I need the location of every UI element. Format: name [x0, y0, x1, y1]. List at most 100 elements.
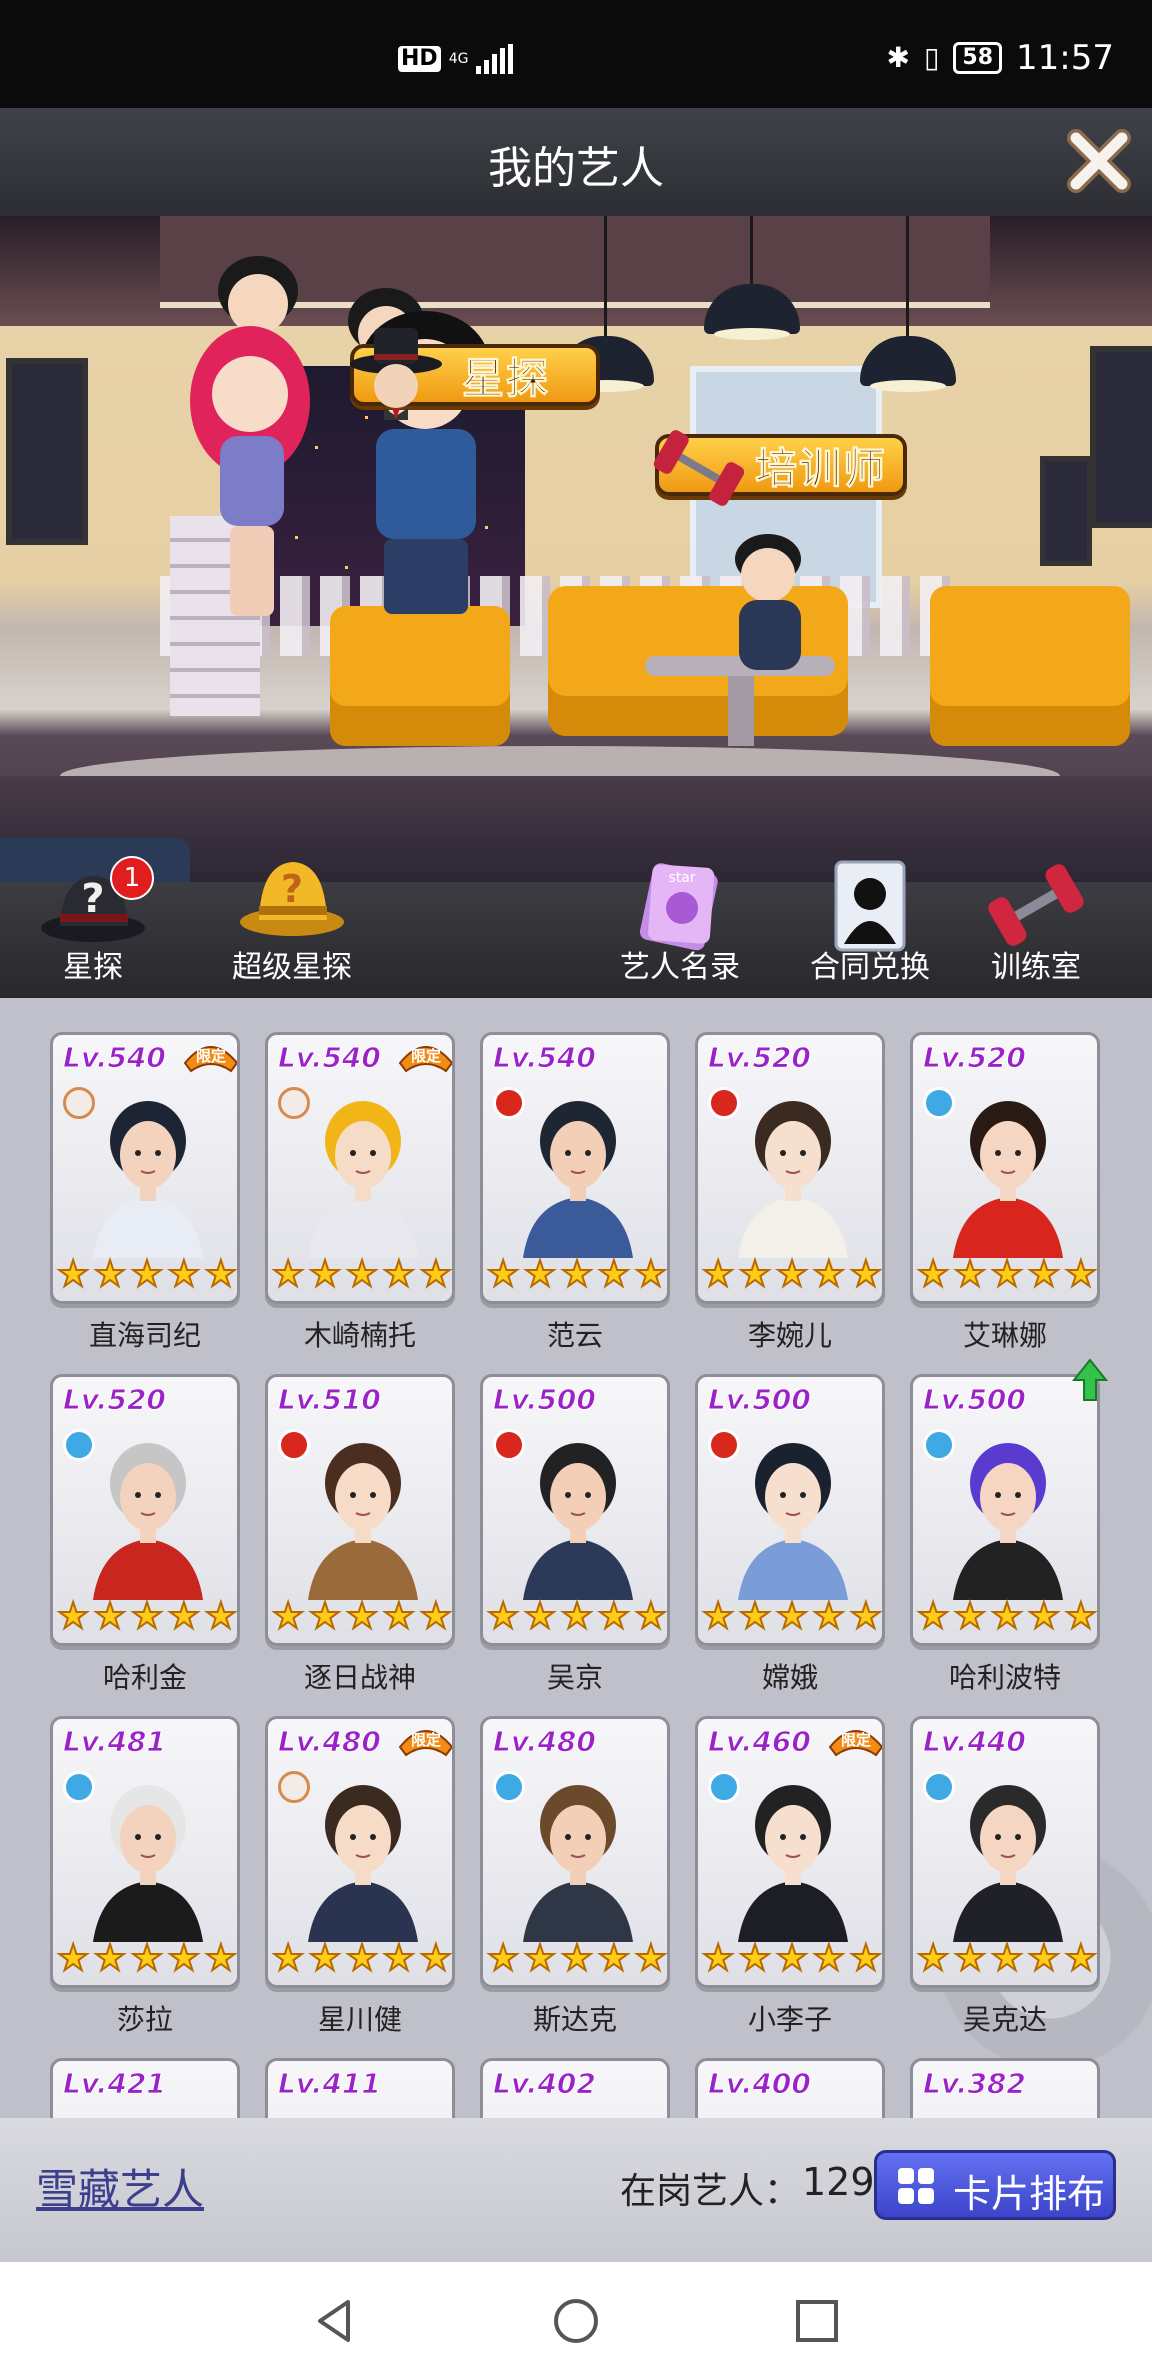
- artist-card[interactable]: Lv.411: [265, 2058, 455, 2118]
- star-icon: ★: [849, 1596, 882, 1637]
- star-icon: ★: [849, 1254, 882, 1295]
- artist-level: Lv.500: [708, 1383, 812, 1417]
- artist-card[interactable]: Lv.480 限定 ★ ★ ★ ★ ★: [265, 1716, 455, 1988]
- hidden-artists-link[interactable]: 雪藏艺人: [36, 2156, 204, 2217]
- artist-level: Lv.421: [63, 2067, 167, 2101]
- water-element-icon: [923, 1771, 955, 1803]
- menu-super-scout-label: 超级星探: [232, 950, 352, 985]
- fire-element-icon: [493, 1429, 525, 1461]
- artist-card[interactable]: Lv.481 ★ ★ ★ ★ ★: [50, 1716, 240, 1988]
- card-layout-label: 卡片排布: [953, 2172, 1106, 2216]
- menu-contract-exchange-label: 合同兑换: [810, 950, 930, 985]
- armchair: [330, 606, 510, 746]
- star-icon: ★: [634, 1254, 667, 1295]
- artist-card[interactable]: Lv.421: [50, 2058, 240, 2118]
- artist-name: 李婉儿: [747, 1319, 832, 1352]
- star-icon: ★: [953, 1254, 987, 1295]
- menu-artist-directory[interactable]: star 艺人名录: [610, 863, 750, 998]
- star-rating: ★ ★ ★ ★ ★: [271, 1254, 452, 1295]
- artist-card[interactable]: Lv.440 ★ ★ ★ ★ ★: [910, 1716, 1100, 1988]
- artist-card[interactable]: Lv.500 ★ ★ ★ ★ ★: [695, 1374, 885, 1646]
- water-element-icon: [63, 1429, 95, 1461]
- star-icon: ★: [204, 1254, 237, 1295]
- artist-name: 哈利波特: [948, 1661, 1061, 1694]
- artist-name: 星川健: [317, 2003, 402, 2036]
- artist-level: Lv.510: [278, 1383, 382, 1417]
- limited-edition-icon: 限定: [398, 1730, 452, 1757]
- artist-card[interactable]: Lv.402: [480, 2058, 670, 2118]
- star-icon: ★: [916, 1596, 950, 1637]
- trainer-scene-button[interactable]: 培训师: [653, 430, 907, 506]
- fire-element-icon: [278, 1429, 310, 1461]
- menu-training-room[interactable]: 训练室: [976, 864, 1096, 998]
- artist-name: 斯达克: [532, 2003, 617, 2036]
- artist-card[interactable]: Lv.540 限定 ★ ★ ★ ★ ★: [265, 1032, 455, 1304]
- artist-card[interactable]: Lv.382: [910, 2058, 1100, 2118]
- star-icon: ★: [990, 1254, 1024, 1295]
- artist-card[interactable]: Lv.520 ★ ★ ★ ★ ★: [910, 1032, 1100, 1304]
- star-rating: ★ ★ ★ ★ ★: [271, 1938, 452, 1979]
- artist-card[interactable]: Lv.500 ★ ★ ★ ★ ★: [480, 1374, 670, 1646]
- artist-card[interactable]: Lv.500 ★ ★ ★ ★ ★: [910, 1374, 1100, 1646]
- menu-scout[interactable]: ? 1 星探: [28, 856, 158, 998]
- grid-icon: [898, 2168, 934, 2204]
- scout-scene-label: 星探: [461, 353, 551, 403]
- golden-hat-icon: ?: [240, 862, 344, 936]
- star-icon: ★: [419, 1938, 452, 1979]
- star-icon: ★: [775, 1938, 809, 1979]
- artist-card[interactable]: Lv.400: [695, 2058, 885, 2118]
- star-icon: ★: [1027, 1596, 1061, 1637]
- limited-edition-icon: 限定: [398, 1046, 452, 1073]
- artist-portrait: [738, 1101, 848, 1258]
- back-icon[interactable]: [310, 2296, 360, 2346]
- star-icon: ★: [382, 1596, 416, 1637]
- artist-card[interactable]: Lv.460 限定 ★ ★ ★ ★ ★: [695, 1716, 885, 1988]
- artist-card[interactable]: Lv.510 ★ ★ ★ ★ ★: [265, 1374, 455, 1646]
- artist-card[interactable]: Lv.480 ★ ★ ★ ★ ★: [480, 1716, 670, 1988]
- artist-name: 直海司纪: [88, 1319, 201, 1352]
- star-icon: ★: [775, 1254, 809, 1295]
- star-icon: ★: [812, 1596, 846, 1637]
- silhouette-card-icon: [834, 860, 906, 952]
- svg-text:?: ?: [81, 876, 104, 922]
- home-icon[interactable]: [551, 2296, 601, 2346]
- star-icon: ★: [1027, 1254, 1061, 1295]
- star-icon: ★: [56, 1596, 90, 1637]
- close-icon[interactable]: [1066, 128, 1132, 194]
- artist-level: Lv.400: [708, 2067, 812, 2101]
- menu-training-room-label: 训练室: [991, 950, 1081, 985]
- recents-icon[interactable]: [792, 2296, 842, 2346]
- svg-text:限定: 限定: [196, 1047, 226, 1065]
- card-layout-button[interactable]: 卡片排布: [874, 2150, 1116, 2220]
- star-icon: ★: [56, 1254, 90, 1295]
- artist-level: Lv.500: [923, 1383, 1027, 1417]
- artist-level: Lv.411: [278, 2067, 382, 2101]
- artist-card[interactable]: Lv.520 ★ ★ ★ ★ ★: [695, 1032, 885, 1304]
- star-icon: ★: [990, 1938, 1024, 1979]
- star-icon: ★: [990, 1596, 1024, 1637]
- artist-card[interactable]: Lv.540 限定 ★ ★ ★ ★ ★: [50, 1032, 240, 1304]
- star-icon: ★: [345, 1254, 379, 1295]
- scout-scene-button[interactable]: 星探: [350, 328, 600, 420]
- artist-level: Lv.480: [278, 1725, 382, 1759]
- star-rating: ★ ★ ★ ★ ★: [271, 1596, 452, 1637]
- star-icon: ★: [916, 1938, 950, 1979]
- crest-element-icon: [63, 1087, 95, 1119]
- artist-portrait: [523, 1443, 633, 1600]
- fire-element-icon: [708, 1429, 740, 1461]
- star-icon: ★: [775, 1596, 809, 1637]
- artist-level: Lv.481: [63, 1725, 167, 1759]
- artist-book-icon: star: [639, 863, 718, 951]
- artist-card[interactable]: Lv.540 ★ ★ ★ ★ ★: [480, 1032, 670, 1304]
- menu-super-scout[interactable]: ? 超级星探: [222, 862, 362, 998]
- star-icon: ★: [953, 1596, 987, 1637]
- artist-card[interactable]: Lv.520 ★ ★ ★ ★ ★: [50, 1374, 240, 1646]
- star-icon: ★: [523, 1254, 557, 1295]
- menu-contract-exchange[interactable]: 合同兑换: [800, 860, 940, 998]
- artist-portrait: [308, 1785, 418, 1942]
- battery-icon: 58: [953, 42, 1003, 74]
- artist-portrait: [738, 1443, 848, 1600]
- star-icon: ★: [701, 1596, 735, 1637]
- status-bar: HD 4G ✱ ▯ 58 11:57: [0, 0, 1152, 108]
- upgrade-arrow-icon: [1072, 1358, 1108, 1401]
